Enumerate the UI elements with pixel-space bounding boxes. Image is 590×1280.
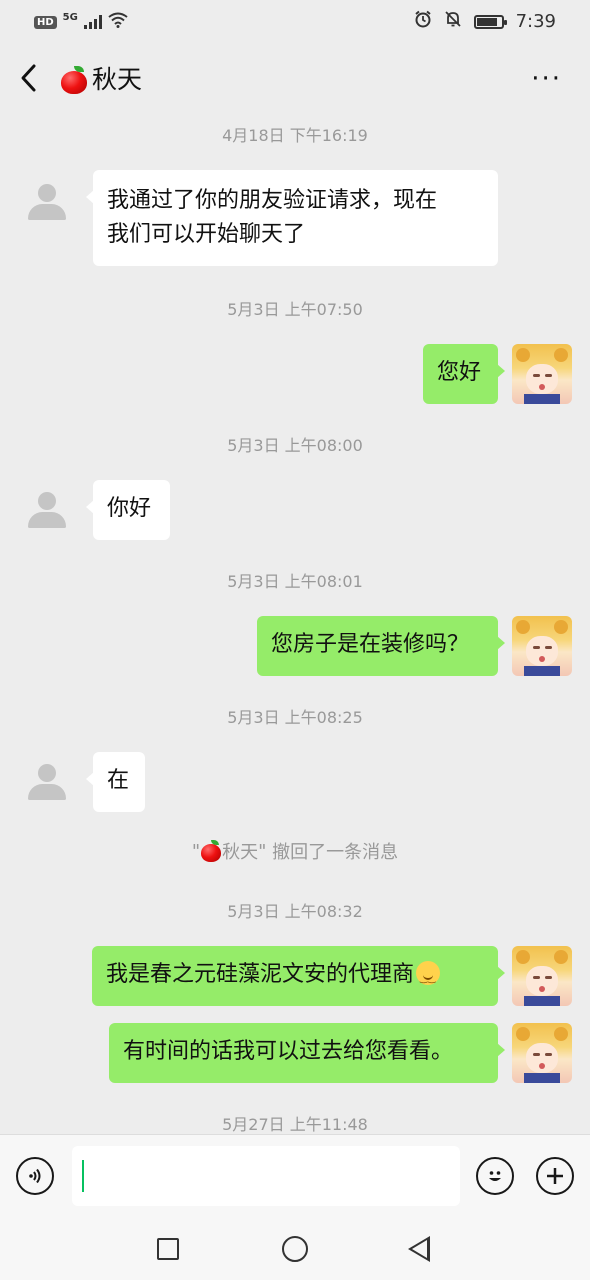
chat-title: 秋天	[60, 64, 142, 96]
message-text: 在	[107, 768, 130, 793]
timestamp: 4月18日 下午16:19	[222, 126, 368, 145]
back-chevron-icon[interactable]	[18, 62, 40, 100]
battery-icon	[473, 14, 507, 29]
network-type: 5G	[62, 11, 78, 23]
message-text: 你好	[107, 496, 152, 521]
red-apple-icon	[60, 66, 88, 94]
voice-icon[interactable]	[16, 1157, 54, 1195]
message-bubble-outgoing[interactable]: 我是春之元硅藻泥文安的代理商	[92, 946, 505, 1006]
timestamp: 5月3日 上午07:50	[227, 300, 363, 319]
contact-avatar[interactable]	[22, 486, 70, 534]
home-circle-icon[interactable]	[282, 1236, 308, 1262]
mute-bell-icon	[444, 10, 462, 33]
input-bar	[0, 1134, 590, 1219]
clock-time: 7:39	[515, 11, 556, 32]
timestamp: 5月3日 上午08:25	[227, 708, 363, 727]
message-input[interactable]	[72, 1146, 460, 1206]
message-bubble-outgoing[interactable]: 有时间的话我可以过去给您看看。	[109, 1023, 505, 1083]
recall-text: 撤回了一条消息	[266, 842, 399, 863]
status-left: HD 5G	[34, 12, 128, 32]
my-avatar[interactable]	[512, 344, 572, 404]
contact-name: 秋天	[92, 65, 143, 94]
signal-icon	[83, 15, 102, 29]
plus-icon[interactable]	[536, 1157, 574, 1195]
my-avatar[interactable]	[512, 946, 572, 1006]
contact-avatar[interactable]	[22, 178, 70, 226]
hd-badge: HD	[34, 15, 57, 29]
smile-emoji-icon	[416, 961, 441, 996]
chat-header: 秋天 ···	[0, 44, 590, 116]
message-text: 有时间的话我可以过去给您看看。	[123, 1039, 454, 1064]
alarm-icon	[414, 10, 432, 33]
message-bubble-outgoing[interactable]: 您好	[423, 344, 505, 404]
text-caret	[82, 1160, 84, 1192]
back-triangle-icon[interactable]	[408, 1236, 430, 1262]
status-right: 7:39	[414, 10, 556, 33]
my-avatar[interactable]	[512, 616, 572, 676]
more-dots-icon[interactable]: ···	[531, 64, 562, 94]
red-apple-icon	[200, 840, 222, 862]
contact-avatar[interactable]	[22, 758, 70, 806]
my-avatar[interactable]	[512, 1023, 572, 1083]
message-text: 您房子是在装修吗？	[271, 632, 470, 657]
recall-quote-open: "	[191, 840, 201, 862]
message-bubble-incoming[interactable]: 你好	[86, 480, 170, 540]
recall-notice: " 秋天 " 撤回了一条消息	[0, 838, 590, 864]
recents-square-icon[interactable]	[157, 1238, 179, 1260]
status-bar: HD 5G 7:39	[0, 0, 590, 44]
recall-quote-close: "	[258, 840, 267, 862]
message-bubble-incoming[interactable]: 我通过了你的朋友验证请求，现在 我们可以开始聊天了	[86, 170, 498, 266]
message-text-line: 我们可以开始聊天了	[107, 222, 306, 247]
emoji-icon[interactable]	[476, 1157, 514, 1195]
message-bubble-incoming[interactable]: 在	[86, 752, 145, 812]
timestamp: 5月3日 上午08:32	[227, 902, 363, 921]
message-bubble-outgoing[interactable]: 您房子是在装修吗？	[257, 616, 505, 676]
message-text-line: 我通过了你的朋友验证请求，现在	[107, 188, 438, 213]
system-nav-bar	[0, 1218, 590, 1280]
timestamp: 5月27日 上午11:48	[222, 1115, 368, 1134]
wifi-icon	[108, 12, 128, 32]
recall-name: 秋天	[222, 842, 259, 863]
timestamp: 5月3日 上午08:00	[227, 436, 363, 455]
message-text: 您好	[437, 360, 482, 385]
timestamp: 5月3日 上午08:01	[227, 572, 363, 591]
message-text: 我是春之元硅藻泥文安的代理商	[106, 962, 415, 987]
